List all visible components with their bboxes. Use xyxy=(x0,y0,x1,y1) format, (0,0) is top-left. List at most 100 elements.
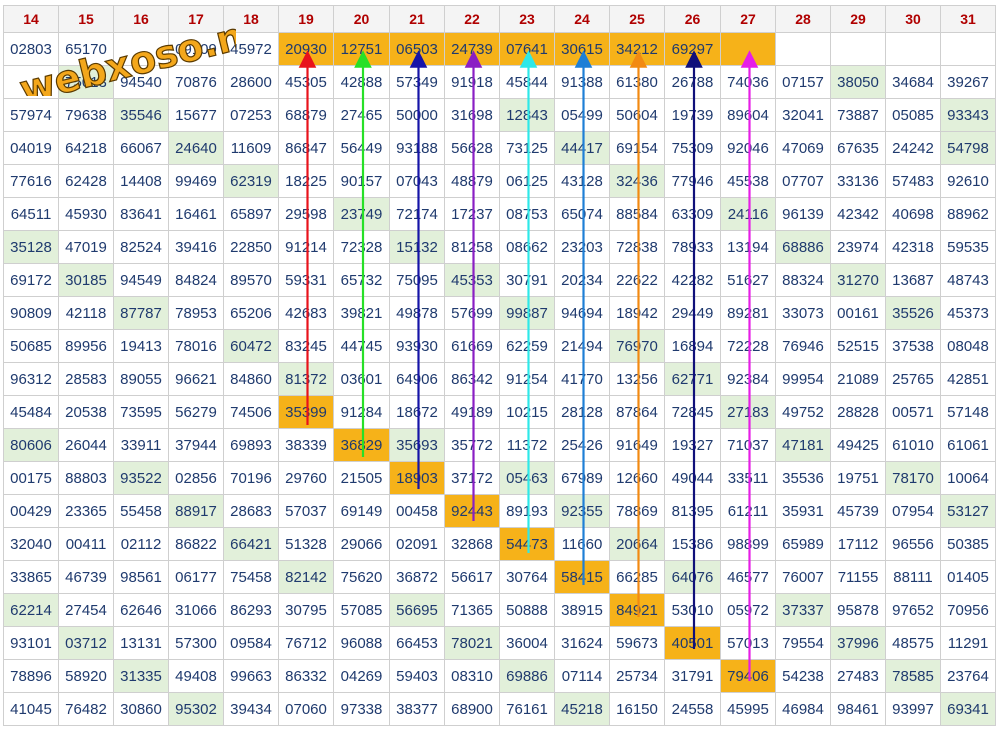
result-cell: 70196 xyxy=(223,461,279,495)
day-header-30: 30 xyxy=(885,5,941,33)
result-cell: 33073 xyxy=(775,296,831,330)
result-cell: 24640 xyxy=(168,131,224,165)
result-cell: 30615 xyxy=(554,32,610,66)
result-cell: 54238 xyxy=(775,659,831,693)
result-cell: 08048 xyxy=(940,329,996,363)
result-cell: 91214 xyxy=(278,230,334,264)
result-cell: 45353 xyxy=(444,263,500,297)
result-cell: 87787 xyxy=(113,296,169,330)
result-cell: 81395 xyxy=(664,494,721,528)
result-cell: 04019 xyxy=(3,131,59,165)
result-cell: 38377 xyxy=(389,692,445,726)
result-cell: 39434 xyxy=(223,692,279,726)
result-cell: 93997 xyxy=(885,692,941,726)
result-cell: 45484 xyxy=(3,395,59,429)
result-cell: 91254 xyxy=(499,362,555,396)
result-cell: 81258 xyxy=(444,230,500,264)
result-cell: 21494 xyxy=(554,329,610,363)
table-row: 78896 58920 31335 49408 99663 86332 04269 59403… xyxy=(3,659,996,693)
result-cell: 19327 xyxy=(664,428,721,462)
result-cell: 79406 xyxy=(720,659,776,693)
result-cell: 64511 xyxy=(3,197,59,231)
watermark-text: webxoso.net xyxy=(15,6,236,96)
result-cell: 69297 xyxy=(664,32,721,66)
result-cell: 27454 xyxy=(58,593,114,627)
result-cell: 12660 xyxy=(609,461,665,495)
result-cell: 11372 xyxy=(499,428,555,462)
result-cell: 19751 xyxy=(830,461,886,495)
result-cell: 62646 xyxy=(113,593,169,627)
result-cell: 69154 xyxy=(609,131,665,165)
result-cell: 31066 xyxy=(168,593,224,627)
result-cell: 67989 xyxy=(554,461,610,495)
result-cell: 89055 xyxy=(113,362,169,396)
result-cell: 18225 xyxy=(278,164,334,198)
result-cell: 08662 xyxy=(499,230,555,264)
result-cell: 76946 xyxy=(775,329,831,363)
result-cell: 44417 xyxy=(554,131,610,165)
result-cell: 57300 xyxy=(168,626,224,660)
result-cell: 59673 xyxy=(609,626,665,660)
result-cell: 11291 xyxy=(940,626,996,660)
result-cell: 90157 xyxy=(333,164,390,198)
result-cell: 69172 xyxy=(3,263,59,297)
result-cell: 10215 xyxy=(499,395,555,429)
result-cell: 29598 xyxy=(278,197,334,231)
lottery-grid-panel: 14 15 16 17 18 19 20 21 22 23 24 25 26 27 28 29 30 31 028… xyxy=(0,0,1007,748)
result-cell: 92046 xyxy=(720,131,776,165)
result-cell: 07707 xyxy=(775,164,831,198)
result-cell: 76482 xyxy=(58,692,114,726)
result-cell: 74506 xyxy=(223,395,279,429)
result-cell: 49189 xyxy=(444,395,500,429)
result-cell: 65989 xyxy=(775,527,831,561)
result-cell: 61669 xyxy=(444,329,500,363)
result-cell: 57037 xyxy=(278,494,334,528)
result-cell: 75095 xyxy=(389,263,445,297)
result-cell: 28128 xyxy=(554,395,610,429)
result-cell: 78170 xyxy=(885,461,941,495)
result-cell: 06503 xyxy=(389,32,445,66)
result-cell: 62428 xyxy=(58,164,114,198)
result-cell: 48879 xyxy=(444,164,500,198)
result-cell: 45995 xyxy=(720,692,776,726)
result-cell: 15132 xyxy=(389,230,445,264)
result-cell: 24116 xyxy=(720,197,776,231)
table-row: 41045 76482 30860 95302 39434 07060 97338 38377… xyxy=(3,692,996,726)
result-cell: 49044 xyxy=(664,461,721,495)
result-cell: 59403 xyxy=(389,659,445,693)
result-cell: 86342 xyxy=(444,362,500,396)
result-cell: 05499 xyxy=(554,98,610,132)
result-cell: 45373 xyxy=(940,296,996,330)
result-cell: 78953 xyxy=(168,296,224,330)
result-cell: 56449 xyxy=(333,131,390,165)
result-cell xyxy=(885,32,941,66)
result-cell: 30791 xyxy=(499,263,555,297)
result-cell: 02856 xyxy=(168,461,224,495)
result-cell: 02091 xyxy=(389,527,445,561)
result-cell: 08310 xyxy=(444,659,500,693)
day-header-21: 21 xyxy=(389,5,445,33)
result-cell: 45218 xyxy=(554,692,610,726)
result-cell: 89193 xyxy=(499,494,555,528)
result-cell: 30764 xyxy=(499,560,555,594)
result-cell: 22622 xyxy=(609,263,665,297)
result-cell: 81372 xyxy=(278,362,334,396)
result-cell: 39267 xyxy=(940,65,996,99)
watermark-logo: webxoso.net xyxy=(15,6,236,96)
result-cell: 83641 xyxy=(113,197,169,231)
result-cell: 28683 xyxy=(223,494,279,528)
result-cell: 37996 xyxy=(830,626,886,660)
result-cell: 78021 xyxy=(444,626,500,660)
result-cell: 62259 xyxy=(499,329,555,363)
result-cell: 56695 xyxy=(389,593,445,627)
result-cell: 76712 xyxy=(278,626,334,660)
result-cell: 47019 xyxy=(58,230,114,264)
result-cell: 44745 xyxy=(333,329,390,363)
result-cell: 05463 xyxy=(499,461,555,495)
result-cell: 64906 xyxy=(389,362,445,396)
result-cell: 64218 xyxy=(58,131,114,165)
result-cell: 60472 xyxy=(223,329,279,363)
result-cell: 34684 xyxy=(885,65,941,99)
result-cell: 07641 xyxy=(499,32,555,66)
result-cell: 65206 xyxy=(223,296,279,330)
